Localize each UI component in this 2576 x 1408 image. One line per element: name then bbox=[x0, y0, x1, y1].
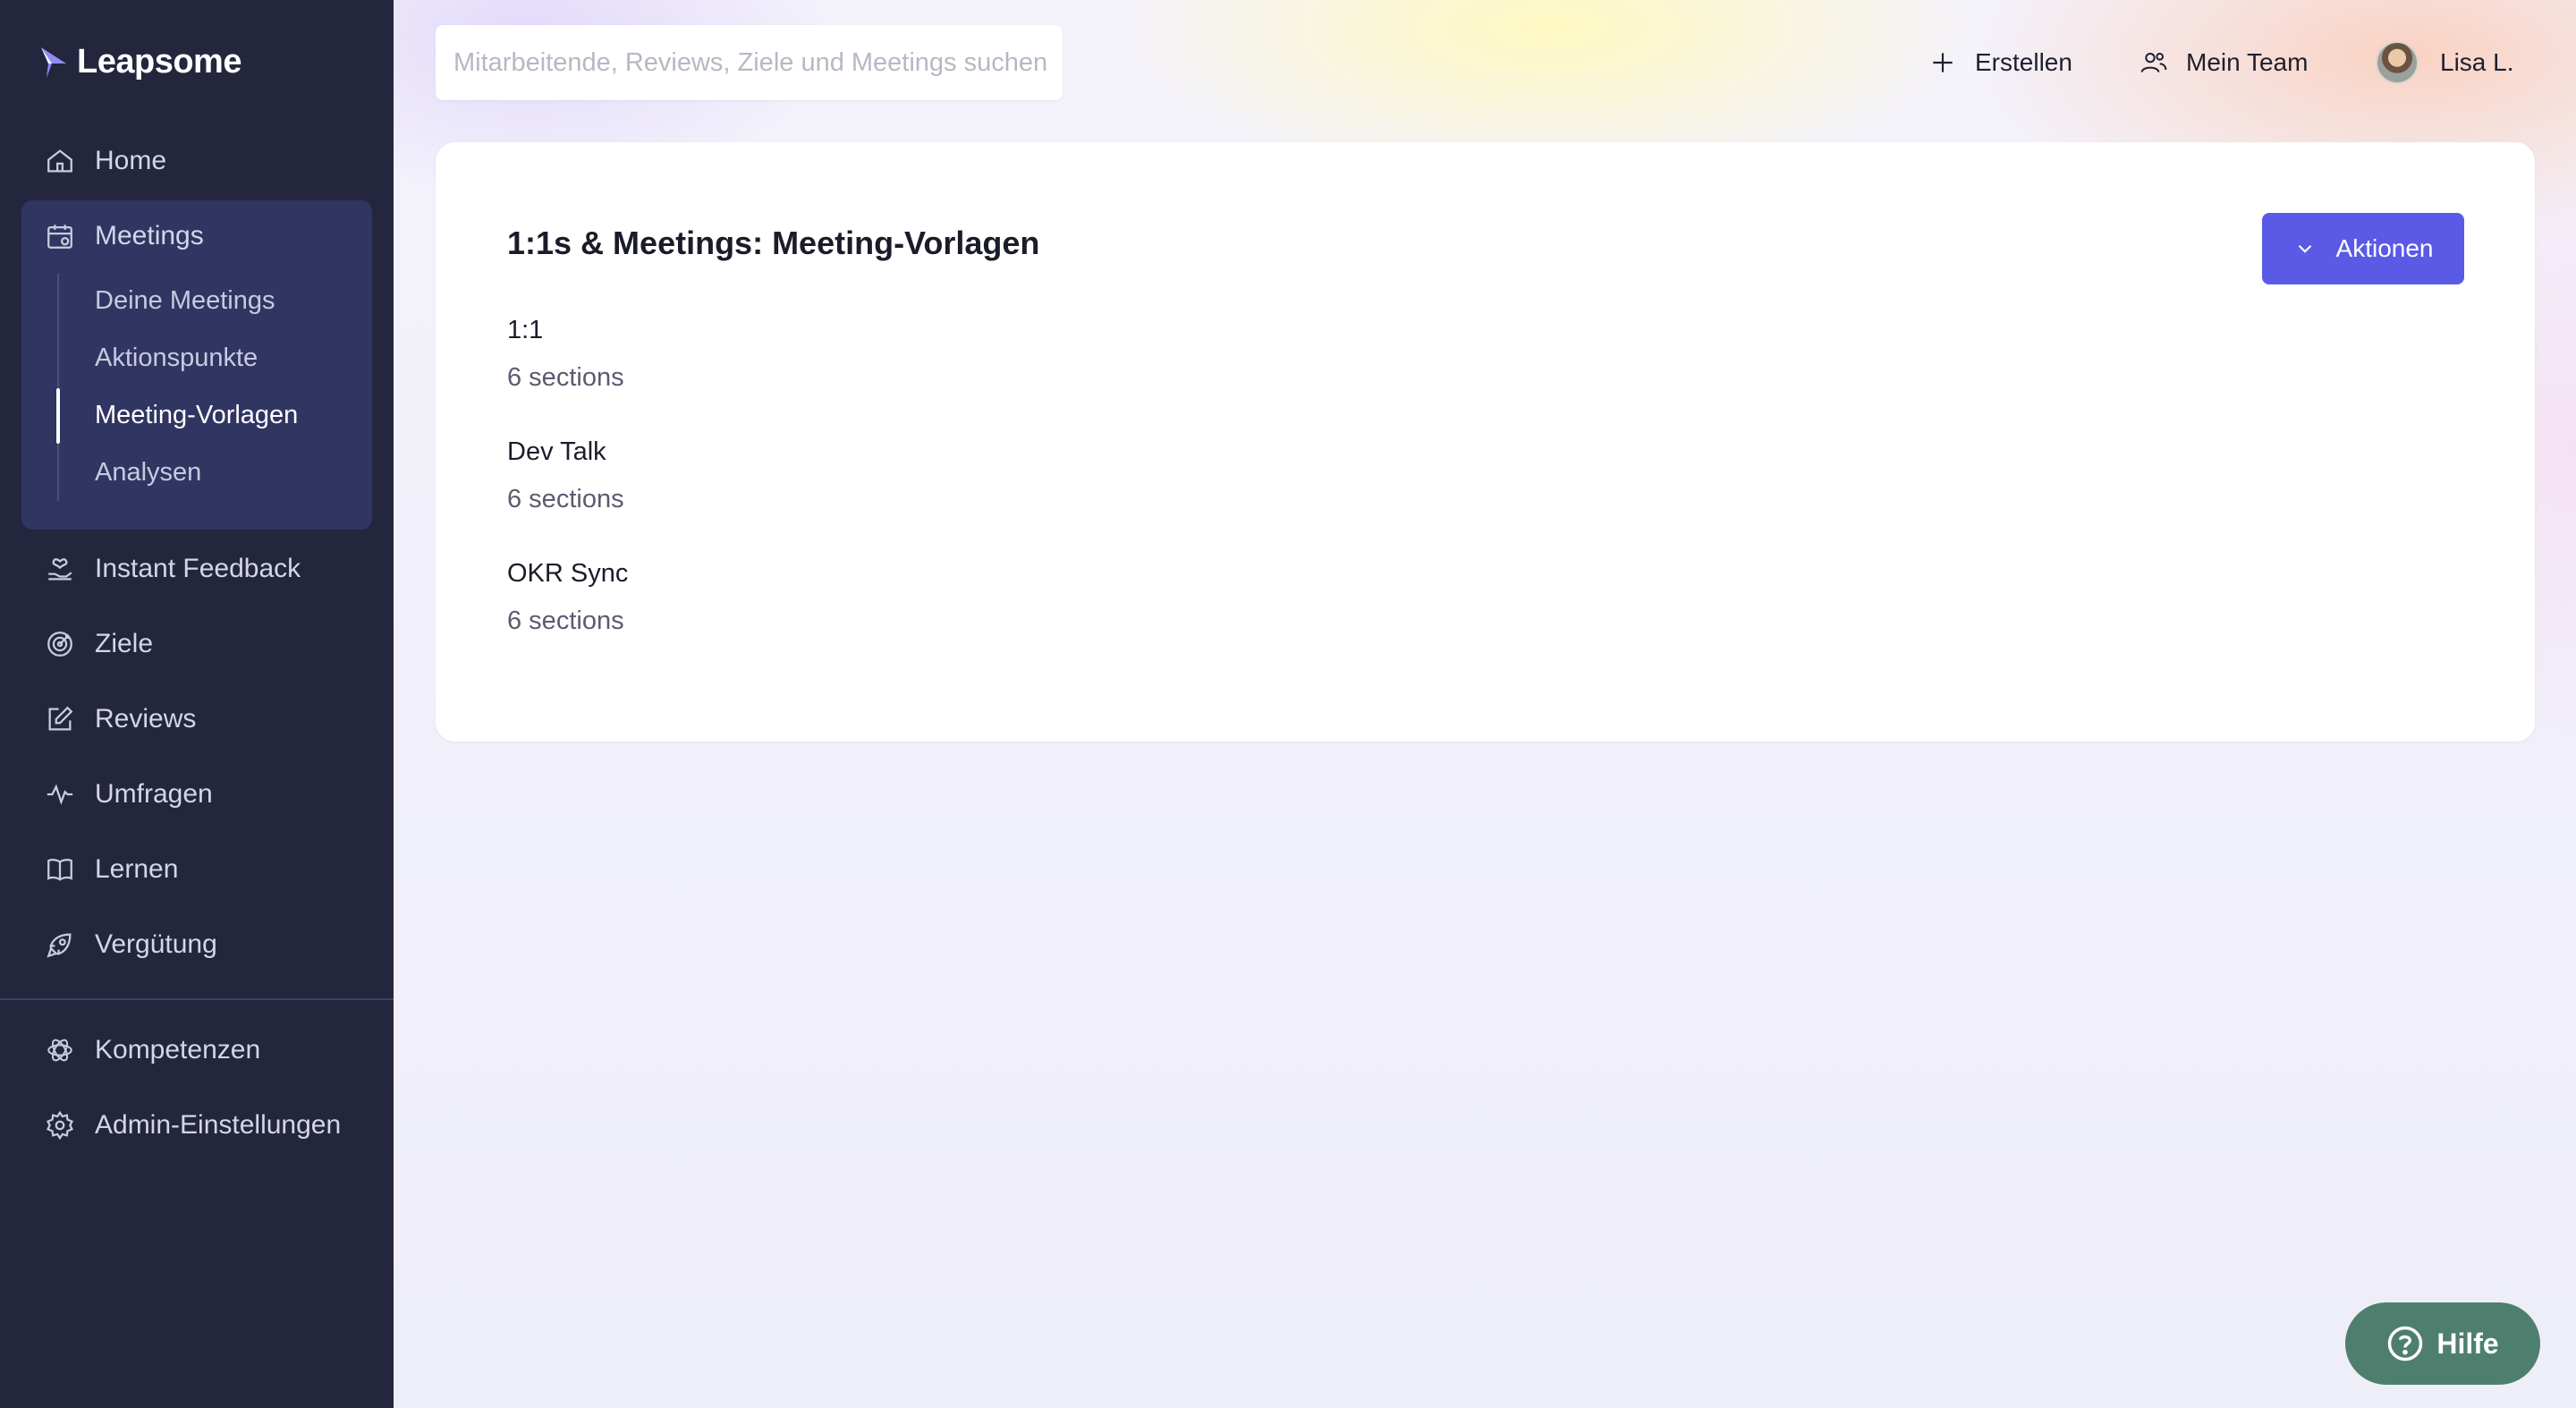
page-title: 1:1s & Meetings: Meeting-Vorlagen bbox=[507, 225, 1040, 261]
my-team-button[interactable]: Mein Team bbox=[2140, 36, 2308, 89]
sidebar-subitem-deine-meetings[interactable]: Deine Meetings bbox=[95, 274, 275, 327]
target-icon bbox=[47, 632, 72, 657]
chevron-down-icon bbox=[2298, 244, 2311, 253]
sidebar-subitem-meeting-vorlagen[interactable]: Meeting-Vorlagen bbox=[95, 388, 298, 442]
sidebar-subitem-aktionspunkte[interactable]: Aktionspunkte bbox=[95, 331, 258, 385]
sidebar-item-home[interactable]: Home bbox=[21, 132, 372, 190]
submenu-active-indicator bbox=[56, 388, 60, 444]
create-button[interactable]: Erstellen bbox=[1928, 36, 2072, 89]
sidebar-item-label: Kompetenzen bbox=[95, 1035, 261, 1064]
hand-heart-icon bbox=[48, 558, 72, 581]
help-button[interactable]: Hilfe bbox=[2345, 1302, 2540, 1385]
logo[interactable]: Leapsome bbox=[39, 43, 242, 81]
search-input[interactable] bbox=[453, 25, 1063, 100]
template-name: OKR Sync bbox=[507, 559, 629, 588]
atom-icon bbox=[47, 1039, 72, 1062]
sidebar-item-kompetenzen[interactable]: Kompetenzen bbox=[21, 1022, 372, 1079]
leapsome-logo-icon bbox=[41, 47, 66, 78]
sidebar-item-verguetung[interactable]: Vergütung bbox=[21, 916, 372, 973]
edit-icon bbox=[48, 706, 73, 731]
submenu-track bbox=[57, 274, 59, 501]
app-name: Leapsome bbox=[77, 43, 242, 81]
template-name: Dev Talk bbox=[507, 437, 606, 466]
sidebar-item-label: Umfragen bbox=[95, 779, 213, 809]
sidebar-item-admin-einstellungen[interactable]: Admin-Einstellungen bbox=[21, 1097, 372, 1154]
list-item[interactable]: 1:1 6 sections bbox=[507, 316, 624, 393]
sidebar-divider bbox=[0, 998, 394, 1000]
gear-icon bbox=[46, 1110, 74, 1141]
create-label: Erstellen bbox=[1975, 48, 2072, 76]
sidebar-item-label: Instant Feedback bbox=[95, 554, 301, 583]
template-section-count: 6 sections bbox=[507, 363, 624, 392]
help-label: Hilfe bbox=[2436, 1327, 2499, 1360]
sidebar-item-reviews[interactable]: Reviews bbox=[21, 691, 372, 748]
sidebar-item-label: Reviews bbox=[95, 704, 197, 734]
actions-button[interactable]: Aktionen bbox=[2262, 213, 2464, 284]
sidebar-subitem-analysen[interactable]: Analysen bbox=[95, 445, 201, 499]
sidebar-item-label: Vergütung bbox=[95, 929, 217, 959]
sidebar-item-lernen[interactable]: Lernen bbox=[21, 841, 372, 898]
avatar bbox=[2376, 41, 2419, 84]
home-icon bbox=[47, 149, 72, 173]
actions-label: Aktionen bbox=[2335, 234, 2434, 262]
sidebar-item-label: Meetings bbox=[95, 221, 204, 250]
user-name: Lisa L. bbox=[2440, 48, 2514, 76]
sidebar: Leapsome Home Meetings Deine Meetings Ak… bbox=[0, 0, 394, 1408]
sidebar-item-label: Home bbox=[95, 146, 167, 175]
sidebar-item-ziele[interactable]: Ziele bbox=[21, 615, 372, 673]
my-team-label: Mein Team bbox=[2186, 48, 2309, 76]
user-menu[interactable]: Lisa L. bbox=[2376, 36, 2514, 89]
sidebar-item-umfragen[interactable]: Umfragen bbox=[21, 766, 372, 823]
sidebar-item-label: Ziele bbox=[95, 629, 154, 658]
plus-icon bbox=[1933, 53, 1953, 72]
question-circle-icon bbox=[2388, 1326, 2423, 1361]
rocket-icon bbox=[47, 933, 72, 958]
users-icon bbox=[2140, 52, 2167, 72]
template-section-count: 6 sections bbox=[507, 606, 624, 635]
sidebar-item-label: Admin-Einstellungen bbox=[95, 1110, 342, 1140]
sidebar-item-meetings[interactable]: Meetings bbox=[21, 208, 372, 265]
sidebar-item-label: Lernen bbox=[95, 854, 179, 884]
list-item[interactable]: OKR Sync 6 sections bbox=[507, 559, 628, 636]
list-item[interactable]: Dev Talk 6 sections bbox=[507, 437, 624, 514]
pulse-icon bbox=[47, 784, 73, 805]
sidebar-item-instant-feedback[interactable]: Instant Feedback bbox=[21, 540, 372, 598]
template-name: 1:1 bbox=[507, 316, 544, 344]
calendar-icon bbox=[47, 225, 72, 249]
global-search[interactable] bbox=[436, 25, 1063, 100]
book-icon bbox=[47, 859, 72, 881]
template-section-count: 6 sections bbox=[507, 485, 624, 513]
templates-card: 1:1s & Meetings: Meeting-Vorlagen Aktion… bbox=[436, 142, 2535, 742]
